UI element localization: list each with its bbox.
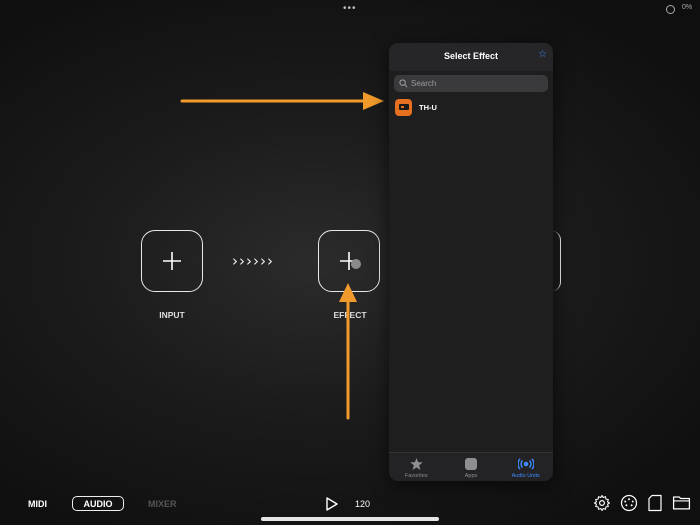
document-icon[interactable]	[647, 494, 663, 512]
annotation-arrows	[180, 92, 384, 420]
tab-apps[interactable]: Apps	[444, 453, 499, 481]
mixer-tab[interactable]: MIXER	[148, 499, 177, 509]
audio-tab[interactable]: AUDIO	[72, 496, 124, 511]
popover-header: Select Effect ☆	[389, 43, 553, 71]
home-indicator[interactable]	[261, 517, 439, 521]
effect-list-item[interactable]: TH-U	[395, 98, 545, 116]
arrow-to-effect-slot	[339, 283, 357, 420]
apps-icon	[465, 458, 477, 470]
play-icon[interactable]	[326, 497, 338, 511]
tempo-display[interactable]: 120	[355, 499, 370, 509]
search-icon	[399, 79, 408, 88]
popover-title: Select Effect	[443, 51, 499, 61]
favorite-star-icon[interactable]: ☆	[538, 49, 547, 60]
select-effect-popover: Select Effect ☆ TH-U Favorites Apps	[389, 43, 553, 481]
audio-units-icon	[517, 458, 534, 470]
settings-gear-icon[interactable]	[593, 494, 611, 512]
th-u-app-icon	[395, 98, 412, 116]
tab-audio-units-label: Audio Units	[511, 473, 540, 479]
popover-tab-bar: Favorites Apps Audio Units	[389, 452, 553, 481]
midi-tab[interactable]: MIDI	[28, 499, 47, 509]
effect-name: TH-U	[419, 102, 437, 112]
search-bar[interactable]	[394, 75, 548, 92]
search-input[interactable]	[411, 79, 541, 88]
arrow-to-th-u	[180, 92, 384, 110]
tab-favorites[interactable]: Favorites	[389, 453, 444, 481]
tab-apps-label: Apps	[464, 473, 478, 479]
tab-favorites-label: Favorites	[405, 473, 428, 479]
star-icon	[410, 458, 423, 470]
midi-connector-icon[interactable]	[620, 494, 638, 512]
folder-icon[interactable]	[672, 494, 691, 511]
tab-audio-units[interactable]: Audio Units	[498, 453, 553, 481]
